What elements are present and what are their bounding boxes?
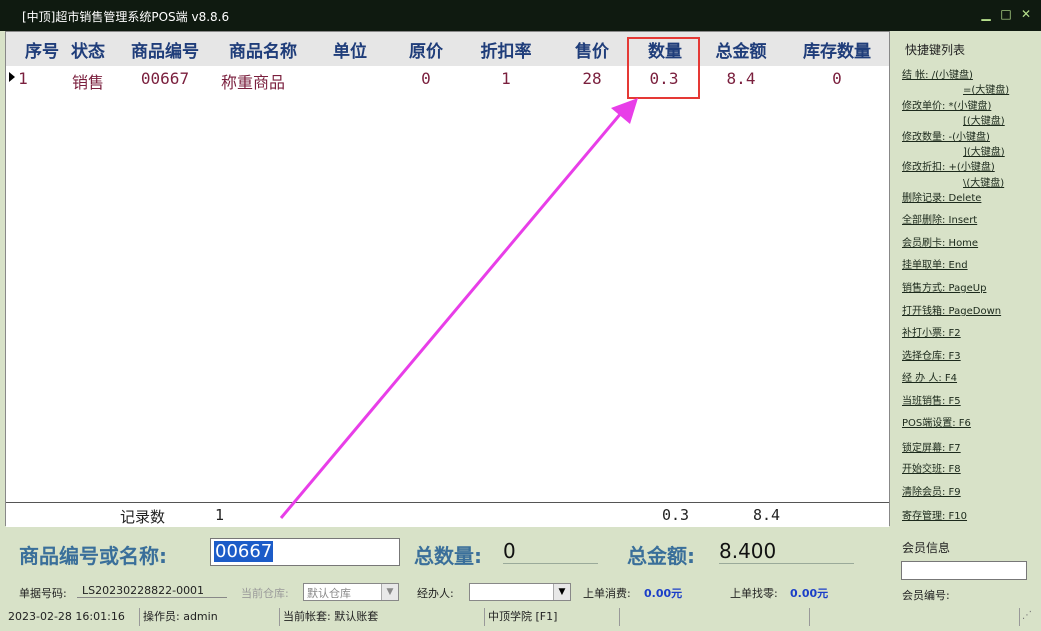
code-input[interactable]: 00667 [210, 538, 400, 566]
shortcut-panel: 快捷键列表 结 帐: /(小键盘) =(大键盘) 修改单价: *(小键盘) [(… [891, 31, 1037, 526]
shortcut-edit-price[interactable]: 修改单价: *(小键盘) [902, 97, 991, 112]
member-id-label: 会员编号: [902, 589, 950, 602]
shortcut-handler[interactable]: 经 办 人: F4 [902, 369, 957, 384]
shortcut-checkout-alt[interactable]: =(大键盘) [963, 81, 1009, 96]
bill-no-value: LS20230228822-0001 [77, 584, 227, 598]
shortcut-clear-member[interactable]: 清除会员: F9 [902, 483, 961, 498]
warehouse-value: 默认仓库 [307, 587, 351, 600]
status-company: 中顶学院 [F1] [485, 608, 620, 626]
total-qty-value: 0 [503, 539, 598, 564]
shortcut-member-card[interactable]: 会员刷卡: Home [902, 234, 978, 249]
total-qty-label: 总数量: [414, 544, 482, 568]
shortcut-warehouse[interactable]: 选择仓库: F3 [902, 347, 961, 362]
shortcut-edit-discount-alt[interactable]: \(大键盘) [963, 174, 1004, 189]
total-amount-label: 总金额: [627, 544, 695, 568]
total-amount-value: 8.400 [719, 539, 854, 564]
status-datetime: 2023-02-28 16:01:16 [5, 608, 140, 626]
handler-select[interactable]: ▼ [469, 583, 571, 601]
status-operator: 操作员: admin [140, 608, 280, 626]
shortcut-storage[interactable]: 寄存管理: F10 [902, 507, 967, 522]
chevron-down-icon[interactable]: ▼ [553, 584, 570, 600]
status-empty-2 [810, 608, 1020, 626]
shortcut-shift-sales[interactable]: 当班销售: F5 [902, 392, 961, 407]
resize-grip-icon[interactable]: ⋰ [1022, 610, 1032, 621]
handler-label: 经办人: [417, 587, 454, 600]
entry-panel: 商品编号或名称: 00667 总数量: 0 总金额: 8.400 [5, 527, 890, 577]
status-empty-1 [620, 608, 810, 626]
chevron-down-icon[interactable]: ▼ [381, 584, 398, 600]
code-input-label: 商品编号或名称: [19, 544, 167, 568]
member-info-label: 会员信息 [902, 541, 951, 555]
bill-no-label: 单据号码: [19, 587, 67, 600]
shortcut-sale-mode[interactable]: 销售方式: PageUp [902, 279, 986, 294]
shortcut-edit-qty[interactable]: 修改数量: -(小键盘) [902, 128, 990, 143]
shortcut-pos-settings[interactable]: POS端设置: F6 [902, 414, 971, 429]
last-spend-value: 0.00元 [644, 587, 683, 600]
status-bar: 2023-02-28 16:01:16 操作员: admin 当前帐套: 默认账… [5, 608, 1037, 628]
last-spend-label: 上单消费: [583, 587, 631, 600]
shortcut-lock-screen[interactable]: 锁定屏幕: F7 [902, 439, 961, 454]
shortcut-delete-record[interactable]: 删除记录: Delete [902, 189, 981, 204]
last-change-label: 上单找零: [730, 587, 778, 600]
shortcut-panel-title: 快捷键列表 [905, 43, 966, 57]
member-input[interactable] [901, 561, 1027, 580]
code-input-value: 00667 [214, 541, 274, 562]
order-info-bar: 单据号码: LS20230228822-0001 当前仓库: 默认仓库 ▼ 经办… [5, 580, 890, 606]
warehouse-select[interactable]: 默认仓库 ▼ [303, 583, 399, 601]
shortcut-open-drawer[interactable]: 打开钱箱: PageDown [902, 302, 1001, 317]
shortcut-handover[interactable]: 开始交班: F8 [902, 460, 961, 475]
last-change-value: 0.00元 [790, 587, 829, 600]
shortcut-edit-price-alt[interactable]: [(大键盘) [963, 112, 1005, 127]
warehouse-label: 当前仓库: [241, 587, 289, 600]
shortcut-edit-discount[interactable]: 修改折扣: +(小键盘) [902, 158, 995, 173]
shortcut-hold-order[interactable]: 挂单取单: End [902, 256, 968, 271]
shortcut-edit-qty-alt[interactable]: ](大键盘) [963, 143, 1005, 158]
shortcut-reprint[interactable]: 补打小票: F2 [902, 324, 961, 339]
shortcut-checkout[interactable]: 结 帐: /(小键盘) [902, 66, 973, 81]
shortcut-delete-all[interactable]: 全部删除: Insert [902, 211, 977, 226]
status-account: 当前帐套: 默认账套 [280, 608, 485, 626]
member-panel: 会员信息 会员编号: [891, 527, 1037, 607]
